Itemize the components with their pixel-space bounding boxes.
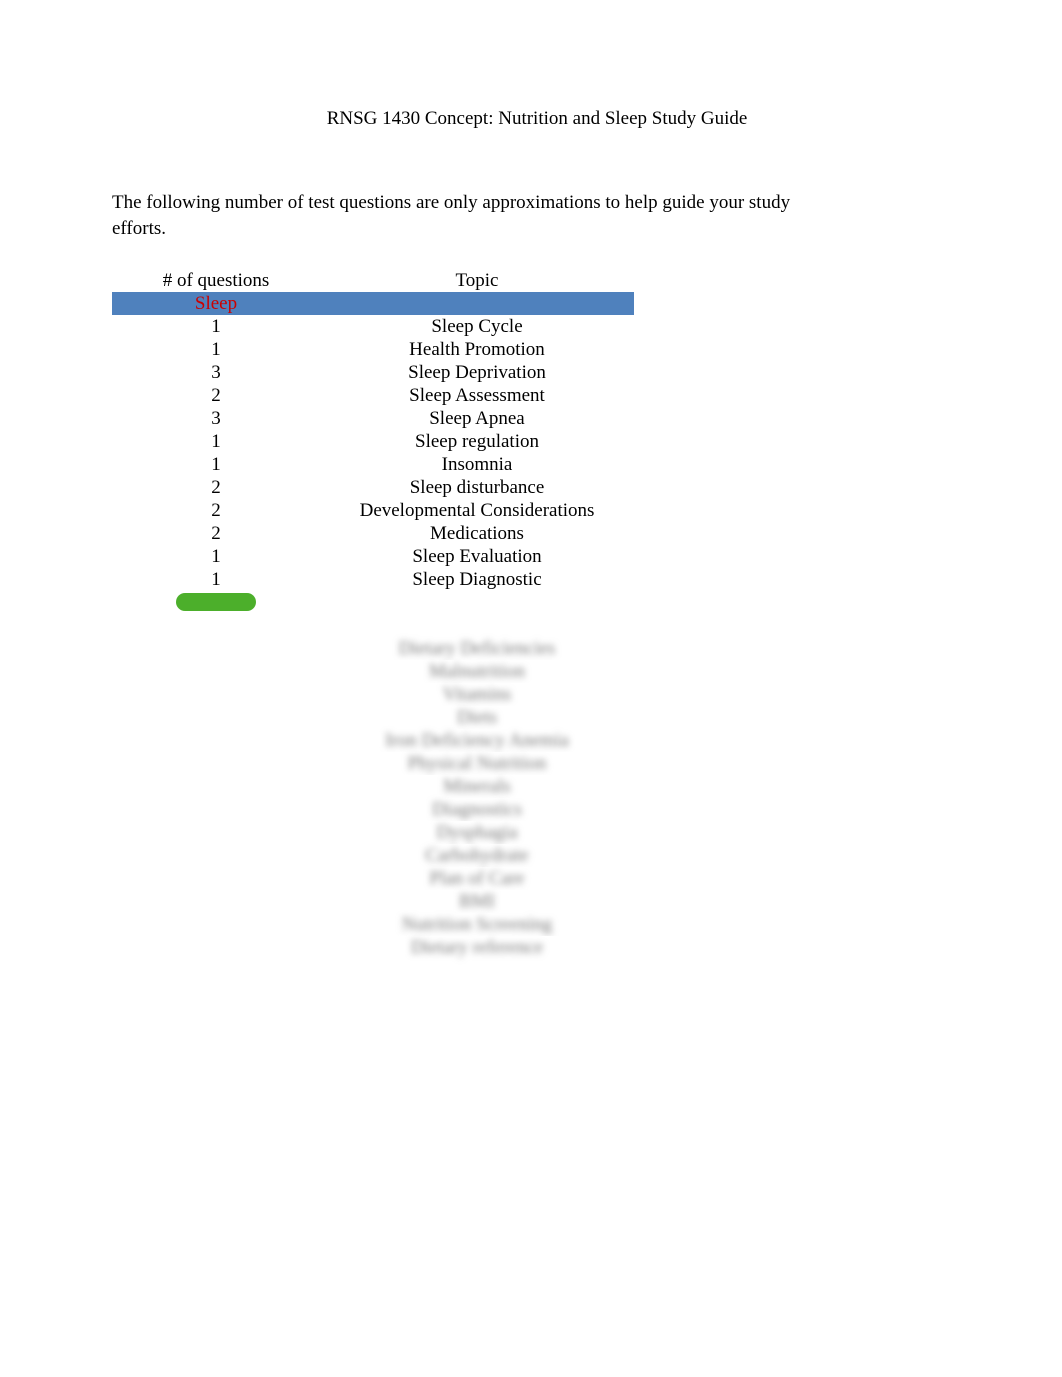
cell-topic: Insomnia <box>320 453 634 476</box>
cell-questions: 1 <box>112 568 320 591</box>
cell-topic: BMI <box>320 890 634 913</box>
table-header-row: # of questions Topic <box>112 269 634 292</box>
header-questions: # of questions <box>112 270 320 292</box>
cell-questions: 1 <box>112 338 320 361</box>
table-row: 1 Insomnia <box>112 453 634 476</box>
table-row: Malnutrition <box>112 660 634 683</box>
cell-topic: Plan of Care <box>320 867 634 890</box>
cell-topic: Minerals <box>320 775 634 798</box>
table-row: Minerals <box>112 775 634 798</box>
cell-questions: 3 <box>112 407 320 430</box>
table-row: 2 Sleep disturbance <box>112 476 634 499</box>
cell-questions: 1 <box>112 315 320 338</box>
cell-questions: 2 <box>112 499 320 522</box>
table-row: Dysphagia <box>112 821 634 844</box>
cell-topic: Diets <box>320 706 634 729</box>
table-row: 1 Sleep Evaluation <box>112 545 634 568</box>
table-row: Diagnostics <box>112 798 634 821</box>
cell-topic: Physical Nutrition <box>320 752 634 775</box>
cell-topic: Dysphagia <box>320 821 634 844</box>
table-row: Diets <box>112 706 634 729</box>
cell-topic: Sleep Cycle <box>320 315 634 338</box>
table-row: 3 Sleep Apnea <box>112 407 634 430</box>
table-row <box>112 614 634 637</box>
cell-topic: Sleep Diagnostic <box>320 568 634 591</box>
cell-questions: 3 <box>112 361 320 384</box>
cell-topic: Diagnostics <box>320 798 634 821</box>
cell-questions: 1 <box>112 545 320 568</box>
table-row: 1 Sleep Cycle <box>112 315 634 338</box>
cell-topic: Sleep Deprivation <box>320 361 634 384</box>
cell-topic: Dietary reference <box>320 936 634 959</box>
cell-questions: 2 <box>112 522 320 545</box>
section-sleep: Sleep <box>112 292 634 315</box>
cell-topic: Sleep disturbance <box>320 476 634 499</box>
cell-topic: Nutrition Screening <box>320 913 634 936</box>
table-row: Plan of Care <box>112 867 634 890</box>
cell-topic: Health Promotion <box>320 338 634 361</box>
intro-text: The following number of test questions a… <box>112 190 812 241</box>
cell-topic: Medications <box>320 522 634 545</box>
table-row: Physical Nutrition <box>112 752 634 775</box>
table-row: Iron Deficiency Anemia <box>112 729 634 752</box>
table-row: 2 Medications <box>112 522 634 545</box>
cell-topic: Malnutrition <box>320 660 634 683</box>
table-row: 1 Health Promotion <box>112 338 634 361</box>
cell-topic: Sleep Evaluation <box>320 545 634 568</box>
table-row: 2 Sleep Assessment <box>112 384 634 407</box>
cell-topic: Carbohydrate <box>320 844 634 867</box>
table-row: 2 Developmental Considerations <box>112 499 634 522</box>
cell-questions: 2 <box>112 384 320 407</box>
cell-topic: Dietary Deficiencies <box>320 637 634 660</box>
table-row: Dietary Deficiencies <box>112 637 634 660</box>
blurred-region: Dietary Deficiencies Malnutrition Vitami… <box>112 614 634 959</box>
section-pill-nutrition <box>176 593 256 611</box>
header-topic: Topic <box>320 270 634 292</box>
cell-topic: Vitamins <box>320 683 634 706</box>
section-nutrition <box>112 591 634 614</box>
cell-topic: Sleep Apnea <box>320 407 634 430</box>
table-row: BMI <box>112 890 634 913</box>
cell-topic: Sleep regulation <box>320 430 634 453</box>
table-row: Carbohydrate <box>112 844 634 867</box>
table-row: Nutrition Screening <box>112 913 634 936</box>
page-title: RNSG 1430 Concept: Nutrition and Sleep S… <box>112 108 962 130</box>
cell-questions: 2 <box>112 476 320 499</box>
cell-questions: 1 <box>112 430 320 453</box>
table-row: Vitamins <box>112 683 634 706</box>
table-row: 1 Sleep Diagnostic <box>112 568 634 591</box>
table-row: 1 Sleep regulation <box>112 430 634 453</box>
cell-questions: 1 <box>112 453 320 476</box>
section-label-sleep: Sleep <box>112 292 320 315</box>
table-row: 3 Sleep Deprivation <box>112 361 634 384</box>
study-guide-table: # of questions Topic Sleep 1 Sleep Cycle… <box>112 269 634 959</box>
cell-topic: Developmental Considerations <box>320 499 634 522</box>
cell-topic: Iron Deficiency Anemia <box>320 729 634 752</box>
table-row: Dietary reference <box>112 936 634 959</box>
cell-topic: Sleep Assessment <box>320 384 634 407</box>
